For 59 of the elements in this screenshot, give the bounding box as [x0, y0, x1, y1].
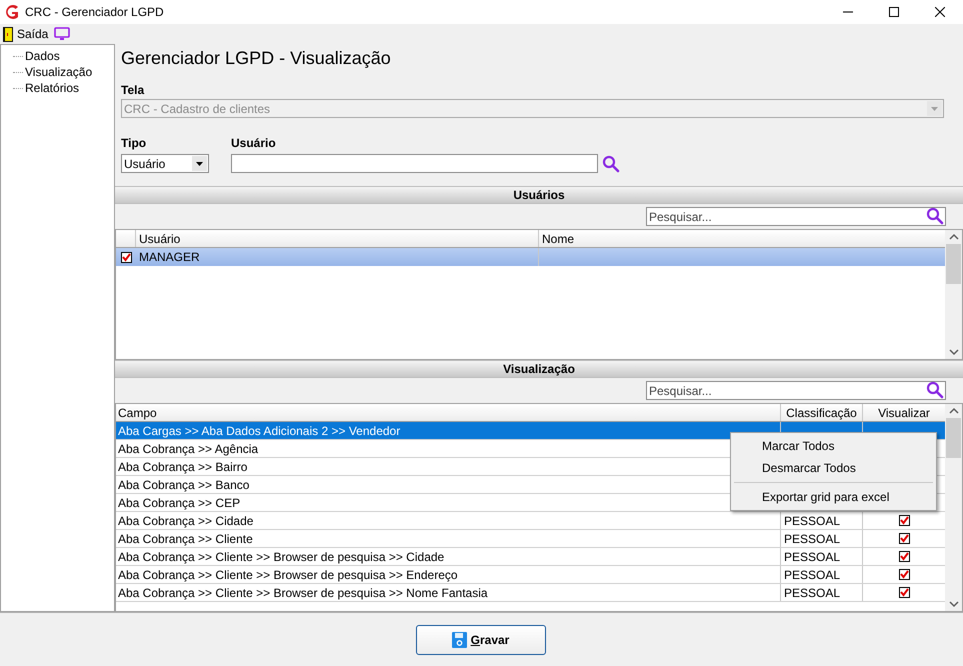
table-cell: Aba Cobrança >> Cliente >> Browser de pesquisa >> Cidade [116, 548, 781, 565]
table-cell: Aba Cobrança >> Cliente >> Browser de pesquisa >> Endereço [116, 566, 781, 583]
column-header[interactable]: Nome [539, 230, 945, 247]
column-header[interactable]: Usuário [136, 230, 539, 247]
scroll-thumb[interactable] [946, 418, 961, 458]
column-header[interactable]: Campo [116, 404, 781, 421]
save-button[interactable]: Gravar [416, 624, 546, 654]
scrollbar[interactable] [945, 230, 962, 359]
column-header[interactable]: Classificação [781, 404, 863, 421]
type-dropdown[interactable]: Usuário [121, 154, 209, 173]
checkbox[interactable] [120, 252, 132, 262]
search-icon[interactable] [926, 381, 944, 399]
caret-icon [931, 106, 938, 110]
tree-item[interactable]: Visualização [25, 63, 92, 81]
search-field[interactable]: Pesquisar... [646, 207, 946, 226]
tree-item[interactable]: Dados [25, 47, 60, 65]
field-label: Tipo [121, 135, 148, 152]
checkbox[interactable] [898, 551, 910, 562]
app-logo-icon [4, 4, 20, 20]
user-field[interactable] [231, 154, 598, 173]
menu-item[interactable]: Desmarcar Todos [731, 457, 936, 479]
scroll-thumb[interactable] [946, 244, 961, 284]
table-row[interactable]: Aba Cobrança >> Cliente >> Browser de pesquisa >> Cidade PESSOAL [116, 548, 945, 566]
field-label: Usuário [231, 135, 277, 152]
search-field[interactable]: Pesquisar... [646, 381, 946, 400]
section-header: Visualização [115, 360, 963, 378]
tree-item[interactable]: Relatórios [25, 79, 80, 97]
checkbox[interactable] [898, 569, 910, 580]
search-icon[interactable] [602, 154, 620, 172]
table-cell-text: PESSOAL [784, 512, 840, 530]
table-cell-text: PESSOAL [784, 548, 840, 566]
page-heading: Gerenciador LGPD - Visualização [121, 46, 392, 70]
caret-icon [196, 162, 203, 166]
checkbox[interactable] [898, 533, 910, 544]
search-icon[interactable] [926, 207, 944, 225]
section-header: Usuários [115, 186, 963, 204]
checkbox[interactable] [898, 587, 910, 598]
table-cell: MANAGER [136, 248, 539, 266]
table-cell: Aba Cobrança >> Cliente [116, 530, 781, 547]
table-cell: Aba Cobrança >> Cidade [116, 512, 781, 529]
maximize-icon [889, 7, 899, 17]
close-icon [935, 7, 945, 17]
table-cell-text: PESSOAL [784, 566, 840, 584]
table-cell-text: PESSOAL [784, 530, 840, 548]
column-header[interactable]: Visualizar [863, 404, 945, 421]
table-cell-text: PESSOAL [784, 584, 840, 602]
table-row[interactable]: Aba Cobrança >> Cliente >> Browser de pesquisa >> Endereço PESSOAL [116, 566, 945, 584]
table-row[interactable]: Aba Cobrança >> Cliente >> Browser de pesquisa >> Nome Fantasia PESSOAL [116, 584, 945, 602]
scrollbar[interactable] [945, 404, 962, 611]
window-title: CRC - Gerenciador LGPD [25, 4, 164, 21]
door-icon [3, 26, 13, 42]
checkbox[interactable] [898, 515, 910, 526]
field-label: Tela [121, 82, 146, 99]
monitor-icon[interactable] [54, 27, 70, 41]
table-row[interactable]: Aba Cobrança >> Cliente PESSOAL [116, 530, 945, 548]
table-row[interactable]: MANAGER [116, 248, 945, 266]
exit-button[interactable]: Saída [3, 25, 48, 43]
table-cell: Aba Cobrança >> Cliente >> Browser de pesquisa >> Nome Fantasia [116, 584, 781, 601]
table-row[interactable]: Aba Cobrança >> Cidade PESSOAL [116, 512, 945, 530]
